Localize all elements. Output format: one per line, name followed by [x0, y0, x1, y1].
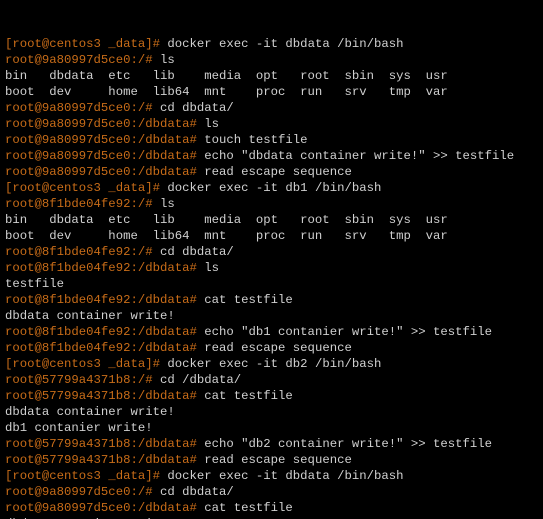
terminal-prompt-text: [root@centos3 _data]# [5, 37, 167, 51]
terminal-prompt-text: root@9a80997d5ce0:/dbdata# [5, 117, 204, 131]
terminal[interactable]: [root@centos3 _data]# docker exec -it db… [0, 0, 543, 519]
terminal-line: root@9a80997d5ce0:/dbdata# touch testfil… [5, 132, 538, 148]
terminal-line: testfile [5, 276, 538, 292]
terminal-prompt-text: root@57799a4371b8:/# [5, 373, 160, 387]
terminal-line: bin dbdata etc lib media opt root sbin s… [5, 212, 538, 228]
terminal-prompt-text: root@9a80997d5ce0:/dbdata# [5, 501, 204, 515]
terminal-text: touch testfile [204, 133, 307, 147]
terminal-text: ls [160, 53, 175, 67]
terminal-text: ls [160, 197, 175, 211]
terminal-text: docker exec -it db1 /bin/bash [167, 181, 381, 195]
terminal-prompt-text: root@8f1bde04fe92:/dbdata# [5, 341, 204, 355]
terminal-line: boot dev home lib64 mnt proc run srv tmp… [5, 84, 538, 100]
terminal-prompt-text: root@8f1bde04fe92:/dbdata# [5, 325, 204, 339]
terminal-line: [root@centos3 _data]# docker exec -it db… [5, 180, 538, 196]
terminal-line: root@9a80997d5ce0:/# cd dbdata/ [5, 484, 538, 500]
terminal-prompt-text: root@8f1bde04fe92:/dbdata# [5, 261, 204, 275]
terminal-text: docker exec -it db2 /bin/bash [167, 357, 381, 371]
terminal-prompt-text: root@57799a4371b8:/dbdata# [5, 389, 204, 403]
terminal-text: docker exec -it dbdata /bin/bash [167, 469, 403, 483]
terminal-text: cd dbdata/ [160, 245, 234, 259]
terminal-line: root@8f1bde04fe92:/dbdata# echo "db1 con… [5, 324, 538, 340]
terminal-output: [root@centos3 _data]# docker exec -it db… [5, 36, 538, 519]
terminal-line: root@9a80997d5ce0:/# cd dbdata/ [5, 100, 538, 116]
terminal-prompt-text: root@57799a4371b8:/dbdata# [5, 453, 204, 467]
terminal-line: root@8f1bde04fe92:/dbdata# ls [5, 260, 538, 276]
terminal-prompt-text: root@9a80997d5ce0:/dbdata# [5, 149, 204, 163]
terminal-line: root@8f1bde04fe92:/dbdata# read escape s… [5, 340, 538, 356]
terminal-prompt-text: [root@centos3 _data]# [5, 357, 167, 371]
terminal-text: ls [204, 261, 219, 275]
terminal-line: [root@centos3 _data]# docker exec -it db… [5, 356, 538, 372]
terminal-text: cd /dbdata/ [160, 373, 241, 387]
terminal-text: boot dev home lib64 mnt proc run srv tmp… [5, 85, 448, 99]
terminal-line: root@57799a4371b8:/dbdata# read escape s… [5, 452, 538, 468]
terminal-prompt-text: root@9a80997d5ce0:/# [5, 485, 160, 499]
terminal-line: root@9a80997d5ce0:/# ls [5, 52, 538, 68]
terminal-prompt-text: root@8f1bde04fe92:/# [5, 245, 160, 259]
terminal-text: dbdata container write! [5, 405, 175, 419]
terminal-line: root@57799a4371b8:/# cd /dbdata/ [5, 372, 538, 388]
terminal-text: bin dbdata etc lib media opt root sbin s… [5, 213, 448, 227]
terminal-text: echo "db1 contanier write!" >> testfile [204, 325, 492, 339]
terminal-line: root@9a80997d5ce0:/dbdata# echo "dbdata … [5, 148, 538, 164]
terminal-text: cat testfile [204, 293, 293, 307]
terminal-text: boot dev home lib64 mnt proc run srv tmp… [5, 229, 448, 243]
terminal-text: echo "dbdata container write!" >> testfi… [204, 149, 514, 163]
terminal-line: root@9a80997d5ce0:/dbdata# cat testfile [5, 500, 538, 516]
terminal-line: root@8f1bde04fe92:/dbdata# cat testfile [5, 292, 538, 308]
terminal-text: cat testfile [204, 501, 293, 515]
terminal-prompt-text: root@9a80997d5ce0:/dbdata# [5, 133, 204, 147]
terminal-text: read escape sequence [204, 341, 352, 355]
terminal-line: root@8f1bde04fe92:/# ls [5, 196, 538, 212]
terminal-text: echo "db2 container write!" >> testfile [204, 437, 492, 451]
terminal-text: testfile [5, 277, 64, 291]
terminal-prompt-text: [root@centos3 _data]# [5, 469, 167, 483]
terminal-prompt-text: [root@centos3 _data]# [5, 181, 167, 195]
terminal-line: root@57799a4371b8:/dbdata# echo "db2 con… [5, 436, 538, 452]
terminal-text: db1 contanier write! [5, 421, 153, 435]
terminal-line: bin dbdata etc lib media opt root sbin s… [5, 68, 538, 84]
terminal-line: [root@centos3 _data]# docker exec -it db… [5, 36, 538, 52]
terminal-line: root@8f1bde04fe92:/# cd dbdata/ [5, 244, 538, 260]
terminal-line: root@57799a4371b8:/dbdata# cat testfile [5, 388, 538, 404]
terminal-text: cat testfile [204, 389, 293, 403]
terminal-text: read escape sequence [204, 165, 352, 179]
terminal-prompt-text: root@8f1bde04fe92:/# [5, 197, 160, 211]
terminal-line: dbdata container write! [5, 308, 538, 324]
terminal-line: boot dev home lib64 mnt proc run srv tmp… [5, 228, 538, 244]
terminal-text: read escape sequence [204, 453, 352, 467]
terminal-text: ls [204, 117, 219, 131]
terminal-line: root@9a80997d5ce0:/dbdata# read escape s… [5, 164, 538, 180]
terminal-line: [root@centos3 _data]# docker exec -it db… [5, 468, 538, 484]
terminal-line: root@9a80997d5ce0:/dbdata# ls [5, 116, 538, 132]
terminal-prompt-text: root@57799a4371b8:/dbdata# [5, 437, 204, 451]
terminal-text: dbdata container write! [5, 309, 175, 323]
terminal-prompt-text: root@9a80997d5ce0:/# [5, 53, 160, 67]
terminal-text: cd dbdata/ [160, 101, 234, 115]
terminal-text: docker exec -it dbdata /bin/bash [167, 37, 403, 51]
terminal-line: db1 contanier write! [5, 420, 538, 436]
terminal-prompt-text: root@9a80997d5ce0:/dbdata# [5, 165, 204, 179]
terminal-prompt-text: root@8f1bde04fe92:/dbdata# [5, 293, 204, 307]
terminal-line: dbdata container write! [5, 404, 538, 420]
terminal-text: bin dbdata etc lib media opt root sbin s… [5, 69, 448, 83]
terminal-prompt-text: root@9a80997d5ce0:/# [5, 101, 160, 115]
terminal-text: cd dbdata/ [160, 485, 234, 499]
